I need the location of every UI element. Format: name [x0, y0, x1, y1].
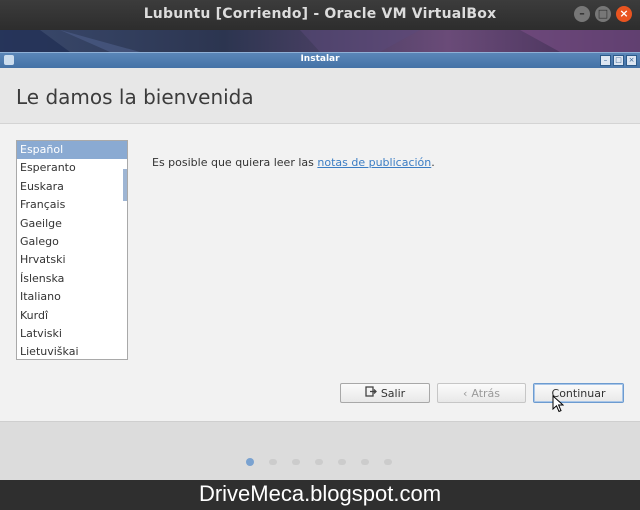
- back-button-label: Atrás: [471, 386, 501, 400]
- installer-title: Instalar: [300, 54, 340, 64]
- back-button[interactable]: ‹ Atrás: [437, 383, 526, 403]
- window-title: Lubuntu [Corriendo] - Oracle VM VirtualB…: [143, 6, 497, 22]
- release-notes-text: Es posible que quiera leer las notas de …: [152, 156, 435, 169]
- language-item-espanol[interactable]: Español: [17, 141, 127, 160]
- installer-window-controls: – □ ×: [600, 55, 637, 66]
- language-item-hrvatski[interactable]: Hrvatski: [17, 251, 127, 269]
- progress-dot-current: [246, 458, 254, 466]
- progress-dot: [315, 459, 323, 465]
- page-title: Le damos la bienvenida: [16, 85, 254, 109]
- release-notes-link[interactable]: notas de publicación: [317, 156, 431, 169]
- language-item-francais[interactable]: Français: [17, 196, 127, 214]
- virtualbox-titlebar: Lubuntu [Corriendo] - Oracle VM VirtualB…: [0, 0, 640, 30]
- language-list[interactable]: Español Esperanto Euskara Français Gaeil…: [16, 140, 128, 360]
- installer-titlebar: Instalar – □ ×: [0, 52, 640, 68]
- exit-icon: [365, 386, 377, 400]
- window-controls: – □ ×: [574, 6, 632, 22]
- release-notes-suffix: .: [431, 156, 435, 169]
- wallpaper-shapes: [0, 30, 640, 52]
- language-item-italiano[interactable]: Italiano: [17, 288, 127, 306]
- maximize-button[interactable]: □: [595, 6, 611, 22]
- installer-header: Le damos la bienvenida: [0, 68, 640, 124]
- installer-content: Español Esperanto Euskara Français Gaeil…: [0, 124, 640, 421]
- progress-dot: [269, 459, 277, 465]
- language-item-euskara[interactable]: Euskara: [17, 178, 127, 196]
- installer-minimize-icon[interactable]: –: [600, 55, 611, 66]
- language-list-scrollbar[interactable]: [123, 169, 127, 201]
- installer-footer: [0, 421, 640, 481]
- installer-close-icon[interactable]: ×: [626, 55, 637, 66]
- progress-dot: [292, 459, 300, 465]
- watermark-text: DriveMeca.blogspot.com: [0, 480, 640, 510]
- language-item-esperanto[interactable]: Esperanto: [17, 159, 127, 177]
- progress-dot: [384, 459, 392, 465]
- mouse-cursor-icon: [552, 394, 565, 417]
- progress-dot: [361, 459, 369, 465]
- continue-button[interactable]: Continuar: [533, 383, 624, 403]
- quit-button[interactable]: Salir: [340, 383, 430, 403]
- release-notes-prefix: Es posible que quiera leer las: [152, 156, 318, 169]
- quit-button-label: Salir: [380, 386, 406, 400]
- chevron-left-icon: ‹: [462, 386, 468, 400]
- close-button[interactable]: ×: [616, 6, 632, 22]
- language-item-islenska[interactable]: Íslenska: [17, 270, 127, 288]
- minimize-button[interactable]: –: [574, 6, 590, 22]
- language-item-galego[interactable]: Galego: [17, 233, 127, 251]
- installer-maximize-icon[interactable]: □: [613, 55, 624, 66]
- progress-dot: [338, 459, 346, 465]
- progress-dots: [246, 458, 392, 466]
- guest-desktop-background: [0, 30, 640, 52]
- language-item-kurdi[interactable]: Kurdî: [17, 307, 127, 325]
- language-item-lietuviskai[interactable]: Lietuviškai: [17, 343, 127, 359]
- language-item-gaeilge[interactable]: Gaeilge: [17, 215, 127, 233]
- language-item-latviski[interactable]: Latviski: [17, 325, 127, 343]
